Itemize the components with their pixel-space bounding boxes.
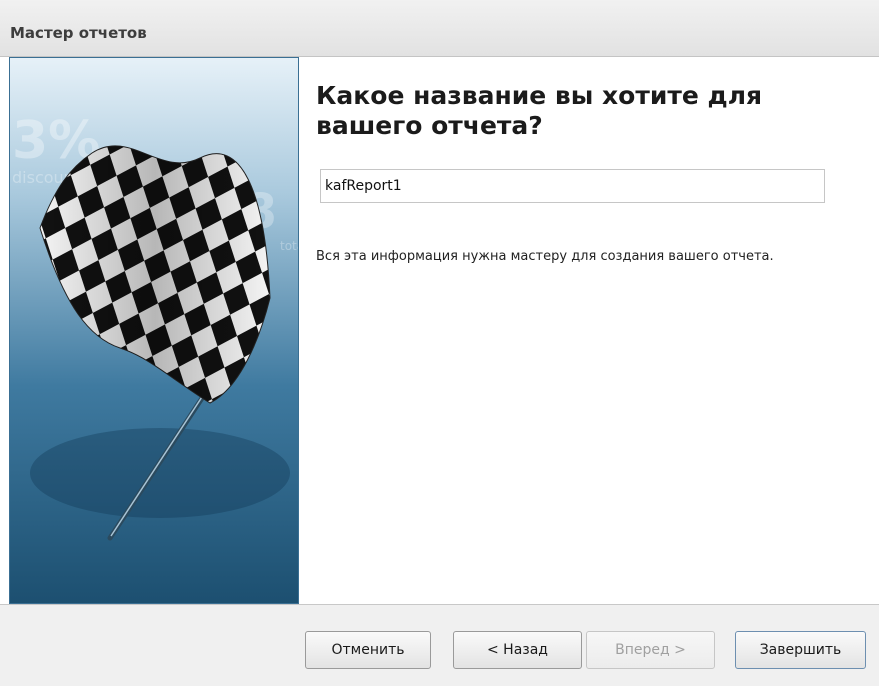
title-bar: Мастер отчетов: [0, 0, 879, 57]
report-name-input[interactable]: [320, 169, 825, 203]
cancel-button[interactable]: Отменить: [305, 631, 431, 669]
wizard-banner: 3% discount $8 tota: [9, 57, 299, 604]
wizard-content: Какое название вы хотите для вашего отче…: [299, 57, 879, 604]
back-button[interactable]: < Назад: [453, 631, 582, 669]
finish-button[interactable]: Завершить: [735, 631, 866, 669]
window-title: Мастер отчетов: [10, 24, 147, 42]
button-bar: Отменить < Назад Вперед > Завершить: [0, 604, 879, 686]
next-button[interactable]: Вперед >: [586, 631, 715, 669]
page-heading: Какое название вы хотите для вашего отче…: [316, 81, 763, 140]
info-text: Вся эта информация нужна мастеру для соз…: [316, 249, 774, 264]
checkered-flag-icon: 3% discount $8 tota: [10, 58, 299, 603]
svg-text:tota: tota: [280, 239, 299, 253]
